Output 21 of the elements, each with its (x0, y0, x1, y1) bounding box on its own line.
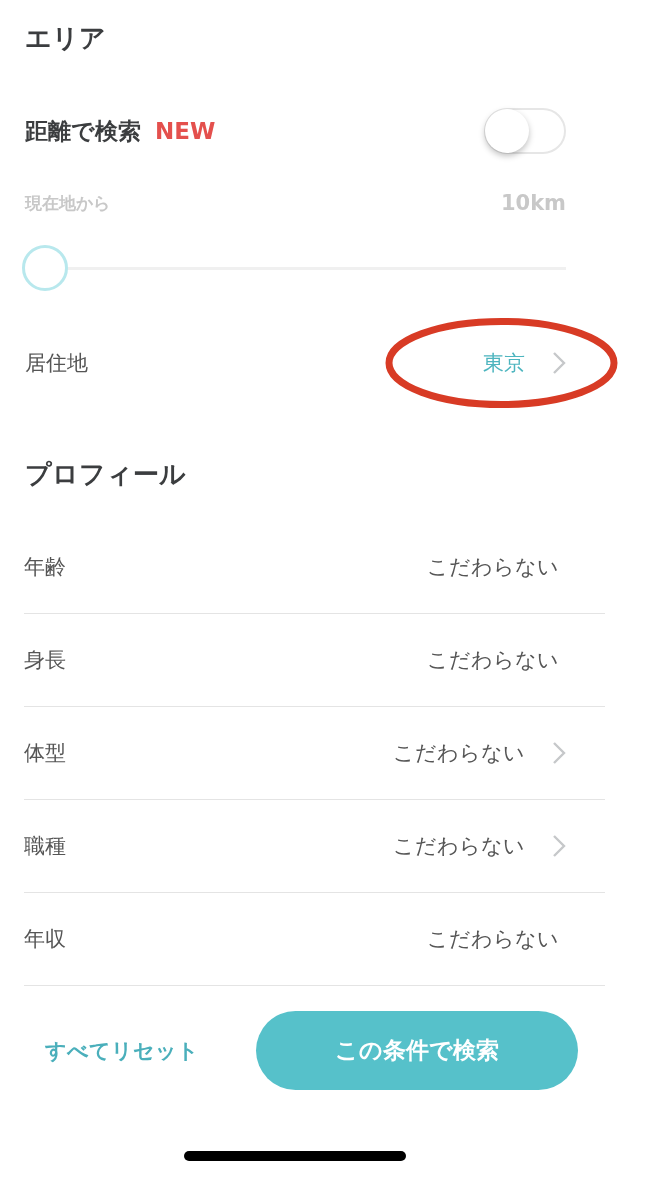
chevron-icon[interactable] (552, 834, 566, 858)
row-value[interactable]: こだわらない (393, 739, 525, 767)
row-label: 体型 (24, 740, 66, 767)
chevron-icon[interactable] (552, 351, 566, 375)
section-heading: プロフィール (25, 458, 186, 491)
new-label: NEW (155, 118, 216, 144)
distance-search-label: 距離で検索 (25, 116, 141, 146)
row-value[interactable]: こだわらない (427, 646, 559, 674)
slider-thumb[interactable] (22, 245, 68, 291)
distance-slider[interactable] (22, 245, 566, 291)
row-label: 身長 (24, 647, 66, 674)
row-value[interactable]: こだわらない (427, 925, 559, 953)
row-label: 年齢 (24, 554, 66, 581)
residence-label: 居住地 (25, 350, 88, 377)
toggle-switch[interactable] (484, 108, 566, 154)
chevron-icon[interactable] (552, 741, 566, 765)
row-label: 年収 (24, 926, 66, 953)
section-heading: エリア (25, 22, 106, 55)
row-value[interactable]: こだわらない (427, 553, 559, 581)
row-value[interactable]: こだわらない (393, 832, 525, 860)
row-label: 職種 (24, 833, 66, 860)
